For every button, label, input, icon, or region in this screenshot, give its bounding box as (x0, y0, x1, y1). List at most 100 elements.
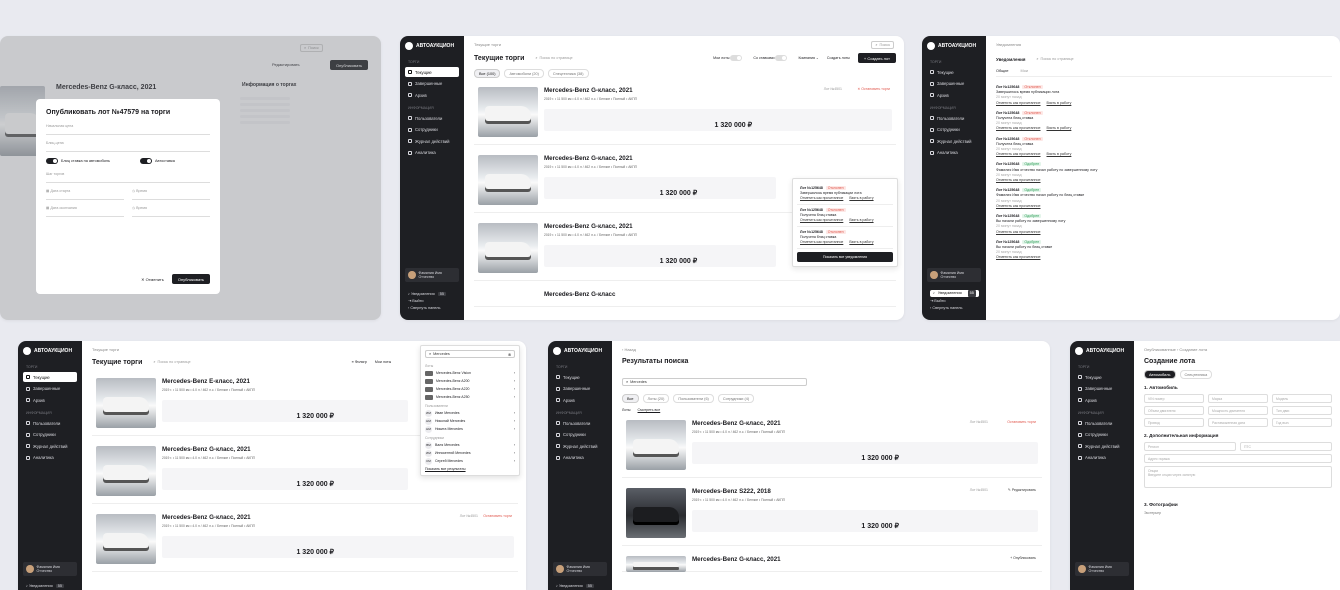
see-all-link[interactable]: Смотреть все (638, 408, 661, 412)
create-lots-button[interactable]: Создать лоты (827, 56, 850, 60)
date-from-input[interactable]: ▦ Дата старта (46, 189, 124, 200)
time-to-input[interactable]: ◷ Время (132, 206, 210, 217)
lot-title[interactable]: Mercedes-Benz G-класс, 2021 (544, 223, 633, 230)
notification-item[interactable]: Лот №125648 Отклонен Завершилось время пуб… (996, 85, 1332, 106)
dropdown-lot-item[interactable]: Mercedes-Benz A250 › (425, 393, 515, 401)
search-input[interactable]: ⌕ Mercedes (622, 378, 807, 386)
dropdown-person-item[interactable]: ИМ Иннокентий Mercedes › (425, 449, 515, 457)
page-search-input[interactable]: ⌕ Поиск по странице (150, 358, 193, 366)
user-card[interactable]: Фамилия Имя Отчество (927, 268, 981, 282)
sidebar-item-current[interactable]: Текущие (1075, 372, 1129, 382)
show-all-results-link[interactable]: Показать все результаты (425, 467, 515, 471)
tab-special[interactable]: Спецтехника (1179, 370, 1213, 379)
step-input[interactable]: Шаг торгов (46, 172, 210, 183)
take-link[interactable]: Взять в работу (849, 196, 873, 200)
engine-power-input[interactable]: Мощность двигателя (1208, 406, 1268, 415)
stop-auction-button[interactable]: Остановить торги (1007, 420, 1036, 424)
notification-item[interactable]: Лот №125648 Одобрен Вы начали работу по бл… (996, 239, 1332, 261)
with-bids-toggle[interactable]: Со ставками (753, 55, 790, 61)
sidebar-item-staff[interactable]: Сотрудники (927, 125, 981, 135)
sidebar-item-archive[interactable]: Архив (927, 90, 981, 100)
user-card[interactable]: Фамилия Имя Отчество (553, 562, 607, 576)
user-card[interactable]: Фамилия Имя Отчество (1075, 562, 1129, 576)
confirm-publish-button[interactable]: Опубликовать (171, 274, 210, 284)
sidebar-item-current[interactable]: Текущие (405, 67, 459, 77)
notifications-link[interactable]: ♪ Уведомления 55 (556, 583, 594, 590)
sidebar-item-staff[interactable]: Сотрудники (405, 125, 459, 135)
blitz-toggle[interactable]: Блиц ставка на автомобиль (46, 158, 110, 164)
tab-cars[interactable]: Автомобили (20) (504, 69, 544, 78)
sidebar-item-log[interactable]: Журнал действий (23, 441, 77, 451)
drive-select[interactable]: Привод (1144, 418, 1204, 427)
lot-title[interactable]: Mercedes-Benz S222, 2018 (692, 488, 771, 495)
tab-special[interactable]: Спецтехника (38) (547, 69, 589, 78)
lot-title[interactable]: Mercedes-Benz G-класс, 2021 (692, 420, 781, 427)
sidebar-item-staff[interactable]: Сотрудники (553, 430, 607, 440)
sidebar-item-finished[interactable]: Завершенные (927, 79, 981, 89)
dropdown-lot-item[interactable]: Mercedes-Benz Vision › (425, 369, 515, 377)
logout-link[interactable]: ⇥ Выйти (930, 298, 979, 305)
take-link[interactable]: Взять в работу (849, 240, 873, 244)
tab-car[interactable]: Автомобиль (1144, 370, 1176, 379)
blitz-price-input[interactable]: Блиц-цена (46, 141, 210, 152)
notification-item[interactable]: Лот №125648 Отклонен Получена блиц ставка 2… (996, 136, 1332, 158)
take-link[interactable]: Взять в работу (1047, 152, 1072, 156)
sidebar-item-users[interactable]: Пользователи (23, 418, 77, 428)
notification-item[interactable]: Лот №125648 Одобрен Фамилия Имя отчество н… (996, 188, 1332, 209)
lot-title[interactable]: Mercedes-Benz G-класс, 2021 (544, 155, 633, 162)
global-search-input[interactable]: ⌕ Mercedes ⊗ (425, 350, 515, 358)
clear-icon[interactable]: ⊗ (508, 352, 511, 357)
sidebar-item-users[interactable]: Пользователи (927, 113, 981, 123)
page-search-input[interactable]: ⌕ Поиск по странице (532, 54, 575, 62)
lot-card[interactable]: Mercedes-Benz G-класс, 2021 2019 г. • 11… (474, 83, 896, 145)
autobid-toggle[interactable]: Автоставка (139, 158, 175, 164)
sidebar-item-archive[interactable]: Архив (553, 395, 607, 405)
mark-read-link[interactable]: Отметить как прочитанное (800, 196, 843, 200)
lot-title[interactable]: Mercedes-Benz G-класс (544, 291, 615, 298)
dropdown-person-item[interactable]: ВМ Валя Mercedes › (425, 441, 515, 449)
notifications-link[interactable]: ♪ Уведомления 55 (26, 583, 64, 590)
start-price-input[interactable]: Начальная цена (46, 124, 210, 135)
my-lots-toggle[interactable]: Мои лоты (713, 55, 745, 61)
sidebar-item-archive[interactable]: Архив (23, 395, 77, 405)
customs-date-input[interactable]: Растаможенная дата (1208, 418, 1268, 427)
mark-read-link[interactable]: Отметить как прочитанное (996, 178, 1041, 182)
top-search-input[interactable]: ⌕ Поиск (871, 41, 894, 49)
options-textarea[interactable]: Опции Введите опции через запятую (1144, 466, 1332, 488)
mark-read-link[interactable]: Отметить как прочитанное (996, 204, 1041, 208)
lot-card[interactable]: Mercedes-Benz G-класс, 2021 + Опубликова… (622, 552, 1042, 572)
mark-read-link[interactable]: Отметить как прочитанное (996, 230, 1041, 234)
show-all-notifications-button[interactable]: Показать все уведомления (797, 252, 893, 262)
dropdown-lot-item[interactable]: Mercedes-Benz A200 › (425, 377, 515, 385)
mark-read-link[interactable]: Отметить как прочитанное (800, 240, 843, 244)
logout-link[interactable]: ⇥ Выйти (408, 298, 446, 305)
lot-title[interactable]: Mercedes-Benz E-класс, 2021 (162, 378, 250, 385)
notification-item[interactable]: Лот №125648 Одобрен Вы начали работу по за… (996, 214, 1332, 235)
dropdown-person-item[interactable]: НМ Никита Mercedes › (425, 425, 515, 433)
stop-auction-button[interactable]: ✕ Остановить торги (857, 87, 890, 91)
take-link[interactable]: Взять в работу (1047, 126, 1072, 130)
sidebar-item-log[interactable]: Журнал действий (405, 136, 459, 146)
model-select[interactable]: Модель (1272, 394, 1332, 403)
engine-volume-input[interactable]: Объем двигателя (1144, 406, 1204, 415)
garage-address-input[interactable]: Адрес гаража (1144, 454, 1332, 463)
back-link[interactable]: ‹ Назад (622, 347, 1042, 352)
notification-item[interactable]: Лот №125648 Отклонен Получена блиц ставка… (797, 227, 893, 249)
cancel-button[interactable]: ✕ Отменить (141, 277, 164, 282)
date-to-input[interactable]: ▦ Дата окончания (46, 206, 124, 217)
dropdown-person-item[interactable]: НМ Николай Mercedes › (425, 417, 515, 425)
mark-read-link[interactable]: Отметить как прочитанное (996, 255, 1041, 259)
sidebar-item-log[interactable]: Журнал действий (927, 136, 981, 146)
tab-mine[interactable]: Мои (1021, 69, 1028, 73)
lot-title[interactable]: Mercedes-Benz G-класс, 2021 (162, 514, 251, 521)
notifications-link[interactable]: ♪ Уведомления 55 (408, 291, 446, 298)
sidebar-item-log[interactable]: Журнал действий (553, 441, 607, 451)
mark-read-link[interactable]: Отметить как прочитанное (996, 126, 1041, 130)
user-card[interactable]: Фамилия Имя Отчество (23, 562, 77, 576)
notification-item[interactable]: Лот №125648 Отклонен Завершилось время пу… (797, 183, 893, 205)
breadcrumb[interactable]: Опубликованные › Создание лота (1144, 347, 1332, 352)
publish-button[interactable]: + Опубликовать (1010, 556, 1036, 560)
tab-staff[interactable]: Сотрудники (4) (717, 394, 755, 403)
sidebar-item-analytics[interactable]: Аналитика (1075, 453, 1129, 463)
pts-select[interactable]: ПТС (1240, 442, 1332, 451)
